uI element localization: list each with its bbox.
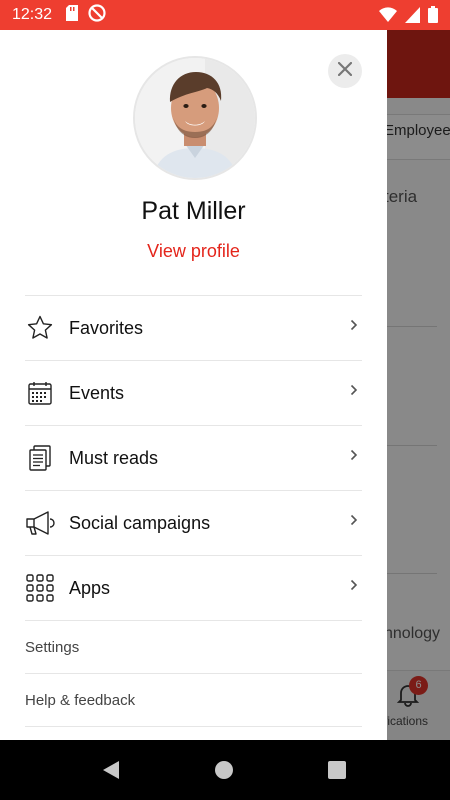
menu-item-social-campaigns[interactable]: Social campaigns [25,490,362,555]
status-bar: 12:32 [0,0,450,30]
megaphone-icon [25,508,55,538]
drawer-scrim[interactable] [387,30,450,740]
avatar[interactable] [133,56,257,180]
chevron-right-icon [350,318,358,336]
wifi-icon [379,6,397,28]
menu-item-events[interactable]: Events [25,360,362,425]
chevron-right-icon [350,448,358,466]
star-icon [25,313,55,343]
help-feedback-label: Help & feedback [25,691,136,709]
system-navigation-bar [0,740,450,800]
settings-link[interactable]: Settings [25,620,362,673]
document-icon [25,443,55,473]
menu-item-label: Social campaigns [69,512,211,533]
view-profile-link[interactable]: View profile [0,241,387,262]
menu-item-label: Must reads [69,447,159,468]
drawer-menu: Favorites Events Must reads Social campa… [25,295,362,728]
calendar-icon [25,378,55,408]
menu-divider [25,726,362,728]
menu-item-must-reads[interactable]: Must reads [25,425,362,490]
menu-item-label: Apps [69,577,111,598]
settings-label: Settings [25,638,80,656]
chevron-right-icon [350,383,358,401]
menu-item-favorites[interactable]: Favorites [25,295,362,360]
navigation-drawer: Pat Miller View profile Favorites Events… [0,30,387,740]
sd-card-icon [66,4,79,26]
status-time: 12:32 [12,6,53,23]
menu-item-label: Events [69,382,125,403]
menu-item-label: Favorites [69,317,144,338]
signal-icon [405,6,420,28]
close-button[interactable] [328,54,362,88]
no-disturb-icon [88,3,106,27]
close-icon [337,61,353,81]
chevron-right-icon [350,578,358,596]
profile-name: Pat Miller [141,197,246,225]
apps-grid-icon [25,573,55,603]
recents-icon[interactable] [328,761,346,779]
battery-icon [428,6,438,28]
menu-item-apps[interactable]: Apps [25,555,362,620]
help-feedback-link[interactable]: Help & feedback [25,673,362,726]
back-icon[interactable] [102,760,120,785]
home-icon[interactable] [215,761,233,779]
chevron-right-icon [350,513,358,531]
